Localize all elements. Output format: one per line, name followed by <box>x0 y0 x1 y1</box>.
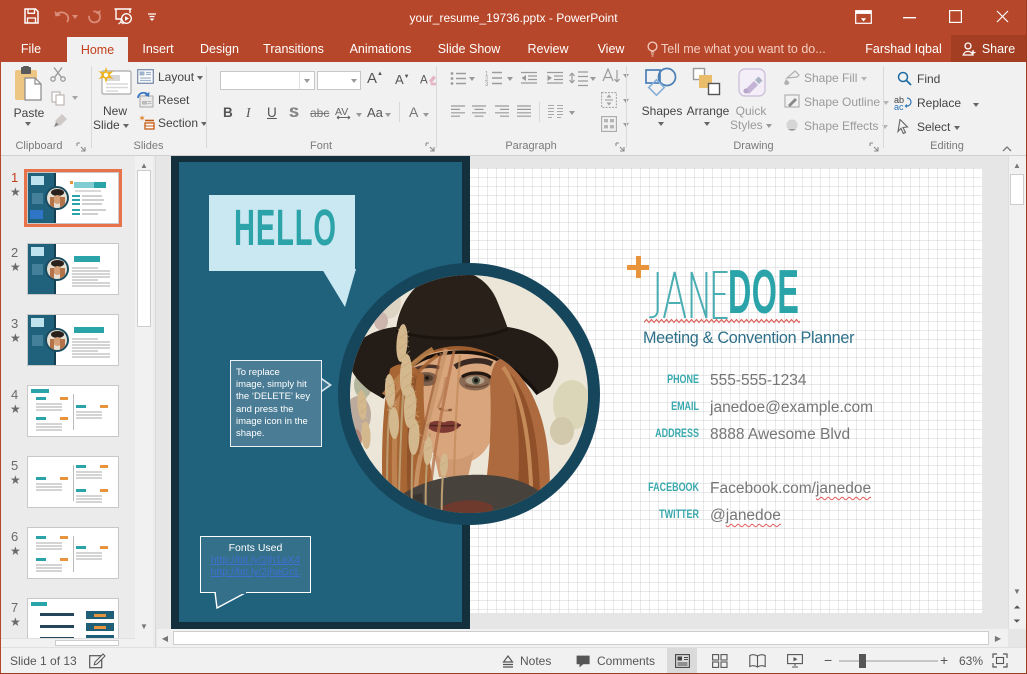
svg-text:ac: ac <box>894 102 904 110</box>
svg-text:3: 3 <box>485 82 489 86</box>
svg-text:AV: AV <box>335 106 348 118</box>
svg-text:A: A <box>420 75 428 87</box>
